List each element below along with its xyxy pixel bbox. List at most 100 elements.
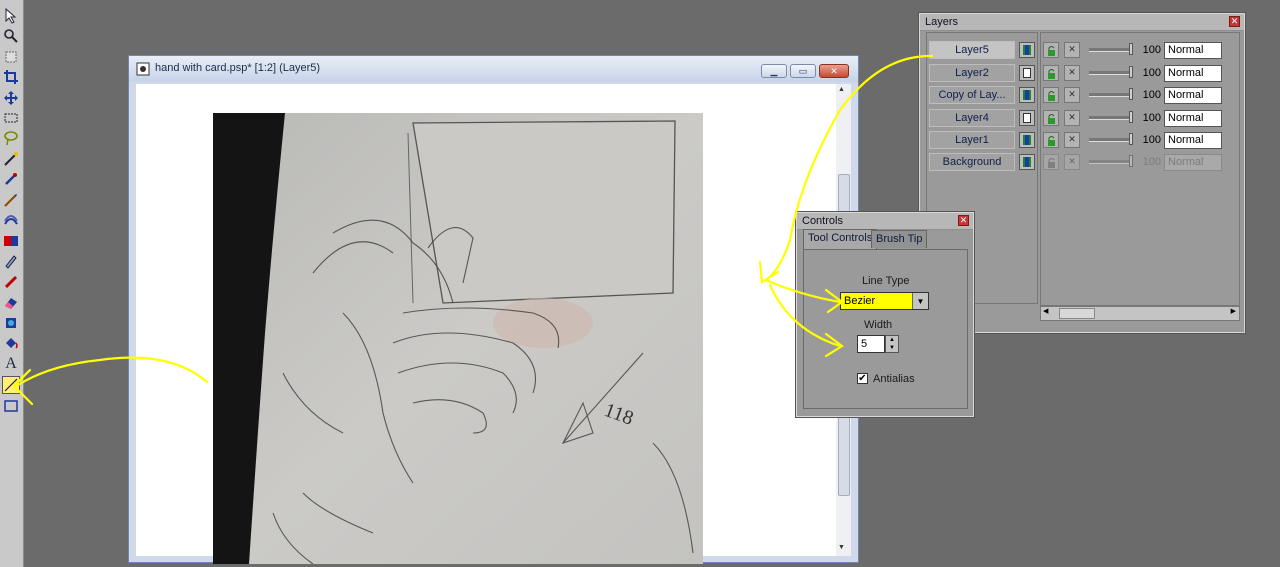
deformation-icon[interactable] [2, 48, 20, 66]
layer-mask-icon[interactable]: ✕ [1064, 132, 1080, 148]
layer-name-button[interactable]: Layer5 [929, 41, 1015, 59]
document-icon [136, 62, 150, 76]
magic-wand-icon[interactable] [2, 150, 20, 168]
controls-close-button[interactable]: ✕ [958, 215, 969, 226]
check-icon: ✔ [858, 373, 867, 384]
layer-lock-icon[interactable] [1043, 42, 1059, 58]
layer-opacity-value: 100 [1142, 112, 1161, 124]
move-icon[interactable] [2, 89, 20, 107]
width-input[interactable]: 5 [857, 335, 885, 353]
scroll-up-icon[interactable]: ▲ [838, 86, 845, 93]
layer-mask-icon[interactable]: ✕ [1064, 42, 1080, 58]
scratch-remover-icon[interactable] [2, 273, 20, 291]
layer-mask-icon: ✕ [1064, 154, 1080, 170]
layer-blend-mode[interactable]: Normal [1164, 110, 1222, 127]
layer-opacity-slider[interactable] [1089, 66, 1133, 78]
close-icon: ✕ [830, 65, 838, 76]
color-replacer-icon[interactable] [2, 232, 20, 250]
width-label: Width [864, 319, 893, 331]
close-icon: ✕ [1230, 16, 1239, 26]
line-type-select[interactable]: Bezier ▼ [840, 292, 929, 310]
controls-title: Controls [802, 215, 843, 227]
sketch-photo: 118 [213, 113, 703, 564]
maximize-icon: ▭ [798, 65, 808, 76]
layer-visibility-icon[interactable] [1019, 87, 1035, 103]
layer-lock-icon[interactable] [1043, 87, 1059, 103]
layer-opacity-slider[interactable] [1089, 133, 1133, 145]
flood-fill-icon[interactable] [2, 334, 20, 352]
layers-close-button[interactable]: ✕ [1229, 16, 1240, 27]
antialias-label: Antialias [873, 373, 915, 385]
line-type-value: Bezier [844, 295, 876, 307]
image-window-title: hand with card.psp* [1:2] (Layer5) [155, 62, 321, 74]
scroll-right-icon[interactable]: ▶ [1231, 307, 1236, 315]
layer-lock-icon [1043, 154, 1059, 170]
tool-palette: A [0, 0, 24, 567]
eraser-icon[interactable] [2, 293, 20, 311]
layer-visibility-icon[interactable] [1019, 132, 1035, 148]
layer-mask-icon[interactable]: ✕ [1064, 65, 1080, 81]
layer-opacity-value: 100 [1142, 134, 1161, 146]
layers-title: Layers [925, 16, 959, 28]
maximize-button[interactable]: ▭ [790, 64, 816, 78]
width-stepper[interactable]: 5 ▲ ▼ [857, 335, 899, 353]
antialias-checkbox[interactable]: ✔ [857, 373, 868, 384]
layer-name-button[interactable]: Layer4 [929, 109, 1015, 127]
layer-name-button[interactable]: Layer2 [929, 64, 1015, 82]
selection-icon[interactable] [2, 109, 20, 127]
layer-visibility-icon[interactable] [1019, 110, 1035, 126]
scroll-thumb[interactable] [1059, 308, 1095, 319]
layer-blend-mode[interactable]: Normal [1164, 87, 1222, 104]
layer-opacity-value: 100 [1142, 67, 1161, 79]
freehand-selection-icon[interactable] [2, 129, 20, 147]
clone-brush-icon[interactable] [2, 211, 20, 229]
retouch-icon[interactable] [2, 252, 20, 270]
layer-opacity-slider[interactable] [1089, 43, 1133, 55]
picture-tube-icon[interactable] [2, 314, 20, 332]
layer-lock-icon[interactable] [1043, 110, 1059, 126]
arrow-icon[interactable] [2, 7, 20, 25]
layer-blend-mode: Normal [1164, 154, 1222, 171]
controls-titlebar[interactable]: Controls ✕ [797, 213, 973, 230]
minimize-icon: ▁ [770, 65, 778, 76]
layer-blend-mode[interactable]: Normal [1164, 65, 1222, 82]
layer-blend-mode[interactable]: Normal [1164, 132, 1222, 149]
tab-brush-tip[interactable]: Brush Tip [871, 230, 928, 248]
text-tool-glyph: A [5, 355, 17, 372]
layer-opacity-slider [1089, 155, 1133, 167]
layer-lock-icon[interactable] [1043, 132, 1059, 148]
layer-opacity-slider[interactable] [1089, 88, 1133, 100]
tab-tool-controls[interactable]: Tool Controls [803, 229, 878, 249]
image-canvas[interactable]: 118 [136, 84, 836, 564]
scroll-down-icon[interactable]: ▼ [838, 544, 845, 551]
layer-visibility-icon[interactable] [1019, 42, 1035, 58]
draw-icon[interactable] [2, 376, 20, 394]
paint-brush-icon[interactable] [2, 191, 20, 209]
layer-mask-icon[interactable]: ✕ [1064, 110, 1080, 126]
layers-titlebar[interactable]: Layers ✕ [920, 14, 1244, 31]
layer-name-button[interactable]: Layer1 [929, 131, 1015, 149]
crop-icon[interactable] [2, 68, 20, 86]
layer-lock-icon[interactable] [1043, 65, 1059, 81]
dropper-icon[interactable] [2, 170, 20, 188]
layer-visibility-icon[interactable] [1019, 154, 1035, 170]
text-icon[interactable]: A [2, 355, 20, 373]
close-button[interactable]: ✕ [819, 64, 849, 78]
layer-blend-mode[interactable]: Normal [1164, 42, 1222, 59]
layer-opacity-value: 100 [1142, 156, 1161, 168]
layer-name-button[interactable]: Background [929, 153, 1015, 171]
layer-opacity-value: 100 [1142, 44, 1161, 56]
minimize-button[interactable]: ▁ [761, 64, 787, 78]
layer-opacity-slider[interactable] [1089, 111, 1133, 123]
image-window-titlebar[interactable]: hand with card.psp* [1:2] (Layer5) ▁ ▭ ✕ [129, 56, 858, 82]
scroll-left-icon[interactable]: ◀ [1043, 307, 1048, 315]
preset-shapes-icon[interactable] [2, 397, 20, 415]
chevron-down-icon[interactable]: ▼ [912, 293, 928, 309]
image-window: hand with card.psp* [1:2] (Layer5) ▁ ▭ ✕ [128, 55, 859, 564]
layer-mask-icon[interactable]: ✕ [1064, 87, 1080, 103]
zoom-icon[interactable] [2, 27, 20, 45]
layer-name-button[interactable]: Copy of Lay... [929, 86, 1015, 104]
spin-arrows-icon[interactable]: ▲ ▼ [885, 335, 899, 353]
layers-horizontal-scrollbar[interactable]: ◀ ▶ [1040, 306, 1240, 321]
layer-visibility-icon[interactable] [1019, 65, 1035, 81]
